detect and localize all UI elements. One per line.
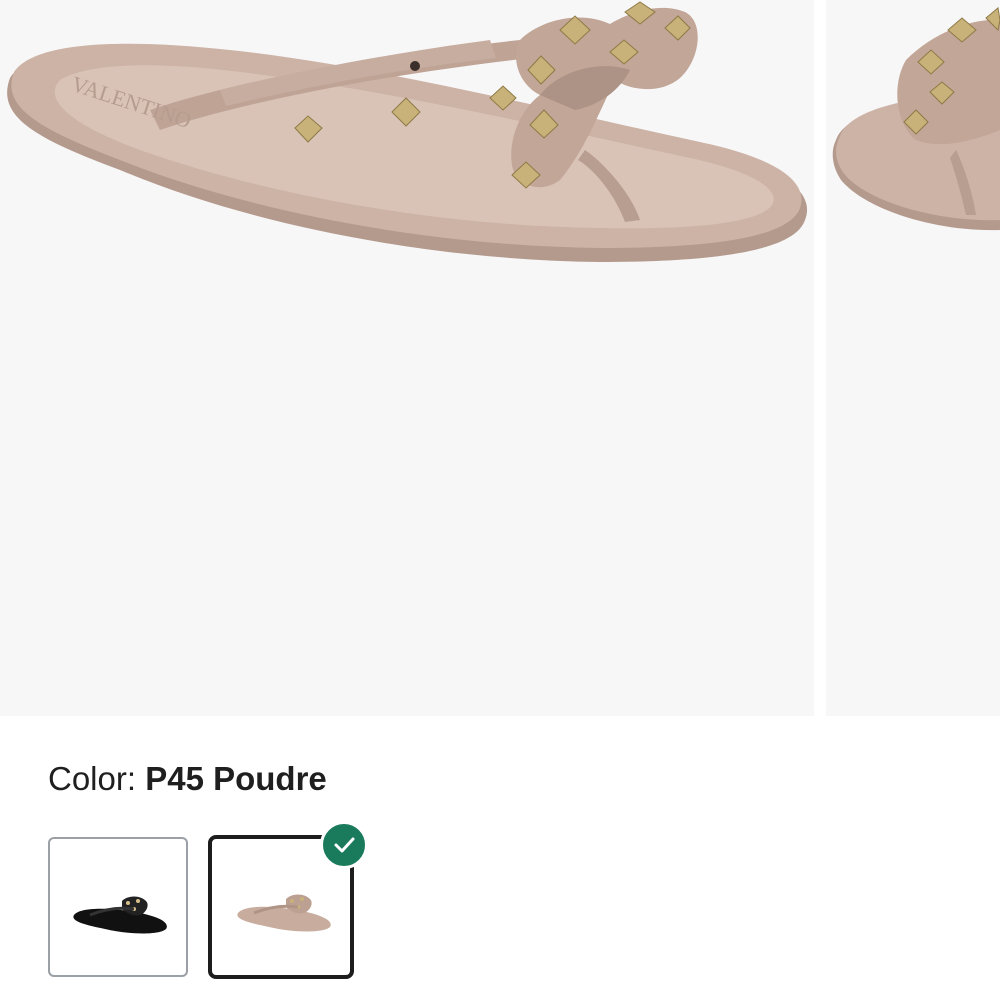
selected-color-name: P45 Poudre [145, 760, 327, 797]
color-swatch-black[interactable] [48, 837, 188, 977]
sandal-illustration-partial [832, 7, 1000, 231]
color-label-row: Color: P45 Poudre [48, 760, 327, 804]
swatch-thumbnail-black [73, 896, 167, 934]
product-image-gallery[interactable]: VALENTINO [0, 0, 1000, 716]
color-swatch-list [47, 821, 447, 991]
color-label: Color: [48, 760, 137, 797]
sandal-illustration: VALENTINO [7, 1, 808, 263]
product-image-main[interactable]: VALENTINO [0, 0, 814, 716]
selected-check-badge [320, 821, 368, 869]
check-icon [334, 837, 355, 853]
product-image-next[interactable] [826, 0, 1000, 716]
